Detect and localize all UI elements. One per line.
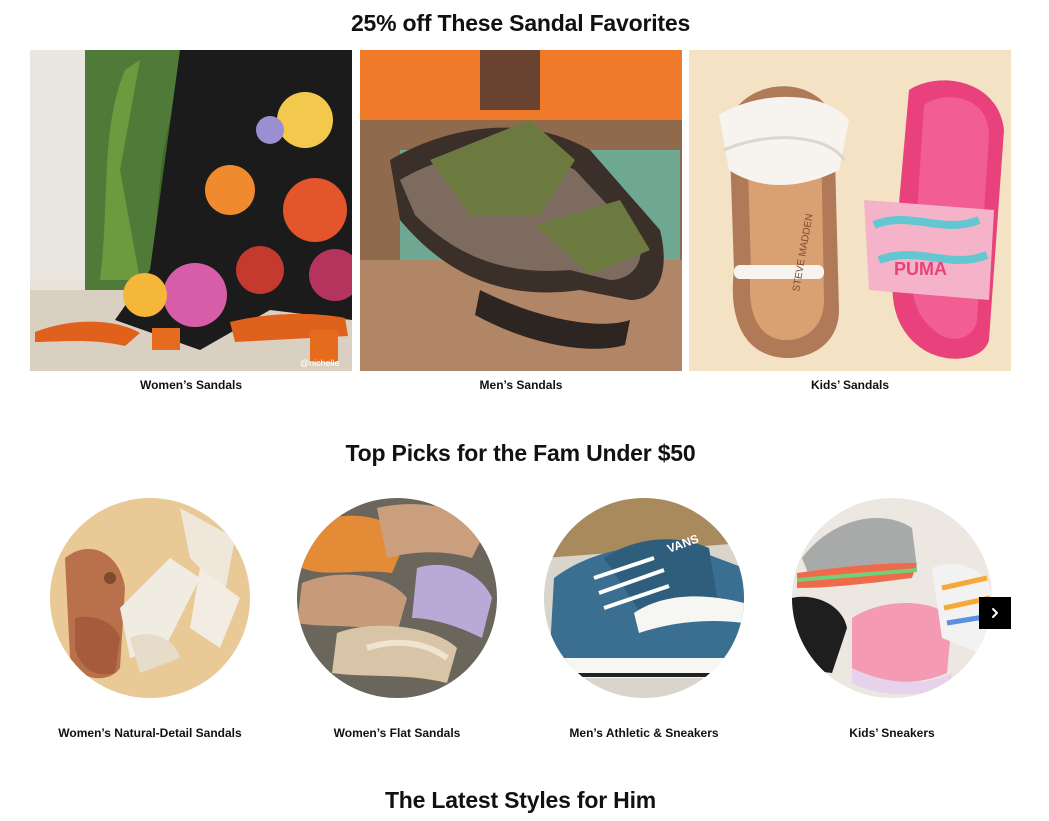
- womens-sandals-image: @nichelle: [30, 50, 352, 371]
- tile-kids-sandals[interactable]: STEVE MADDEN PUMA: [689, 50, 1011, 371]
- tile-mens-sandals[interactable]: [360, 50, 682, 371]
- section-title-latest-styles-for-him: The Latest Styles for Him: [384, 787, 657, 813]
- pick-caption-womens-flat-sandals[interactable]: Women’s Flat Sandals: [274, 726, 520, 740]
- pick-womens-flat-sandals[interactable]: [297, 498, 497, 698]
- brand-text-puma: PUMA: [894, 259, 947, 279]
- pick-mens-athletic-sneakers[interactable]: VANS: [544, 498, 744, 698]
- tile-caption-mens-sandals[interactable]: Men’s Sandals: [360, 378, 682, 392]
- pick-caption-kids-sneakers[interactable]: Kids’ Sneakers: [769, 726, 1015, 740]
- carousel-next-button[interactable]: [979, 597, 1011, 629]
- kids-sandals-image: STEVE MADDEN PUMA: [689, 50, 1011, 371]
- kids-sneakers-image: [792, 498, 992, 698]
- tile-caption-womens-sandals[interactable]: Women’s Sandals: [30, 378, 352, 392]
- mens-athletic-sneakers-image: VANS: [544, 498, 744, 698]
- pick-caption-womens-natural-detail-sandals[interactable]: Women’s Natural-Detail Sandals: [27, 726, 273, 740]
- chevron-right-icon: [992, 608, 998, 618]
- tile-womens-sandals[interactable]: @nichelle: [30, 50, 352, 371]
- pick-womens-natural-detail-sandals[interactable]: [50, 498, 250, 698]
- section-title-top-picks: Top Picks for the Fam Under $50: [345, 440, 696, 466]
- womens-natural-detail-sandals-image: [50, 498, 250, 698]
- womens-flat-sandals-image: [297, 498, 497, 698]
- pick-kids-sneakers[interactable]: [792, 498, 992, 698]
- section-title-sandal-favorites: 25% off These Sandal Favorites: [350, 10, 691, 36]
- watermark-text: @nichelle: [300, 358, 340, 368]
- tile-caption-kids-sandals[interactable]: Kids’ Sandals: [689, 378, 1011, 392]
- mens-sandals-image: [360, 50, 682, 371]
- pick-caption-mens-athletic-sneakers[interactable]: Men’s Athletic & Sneakers: [521, 726, 767, 740]
